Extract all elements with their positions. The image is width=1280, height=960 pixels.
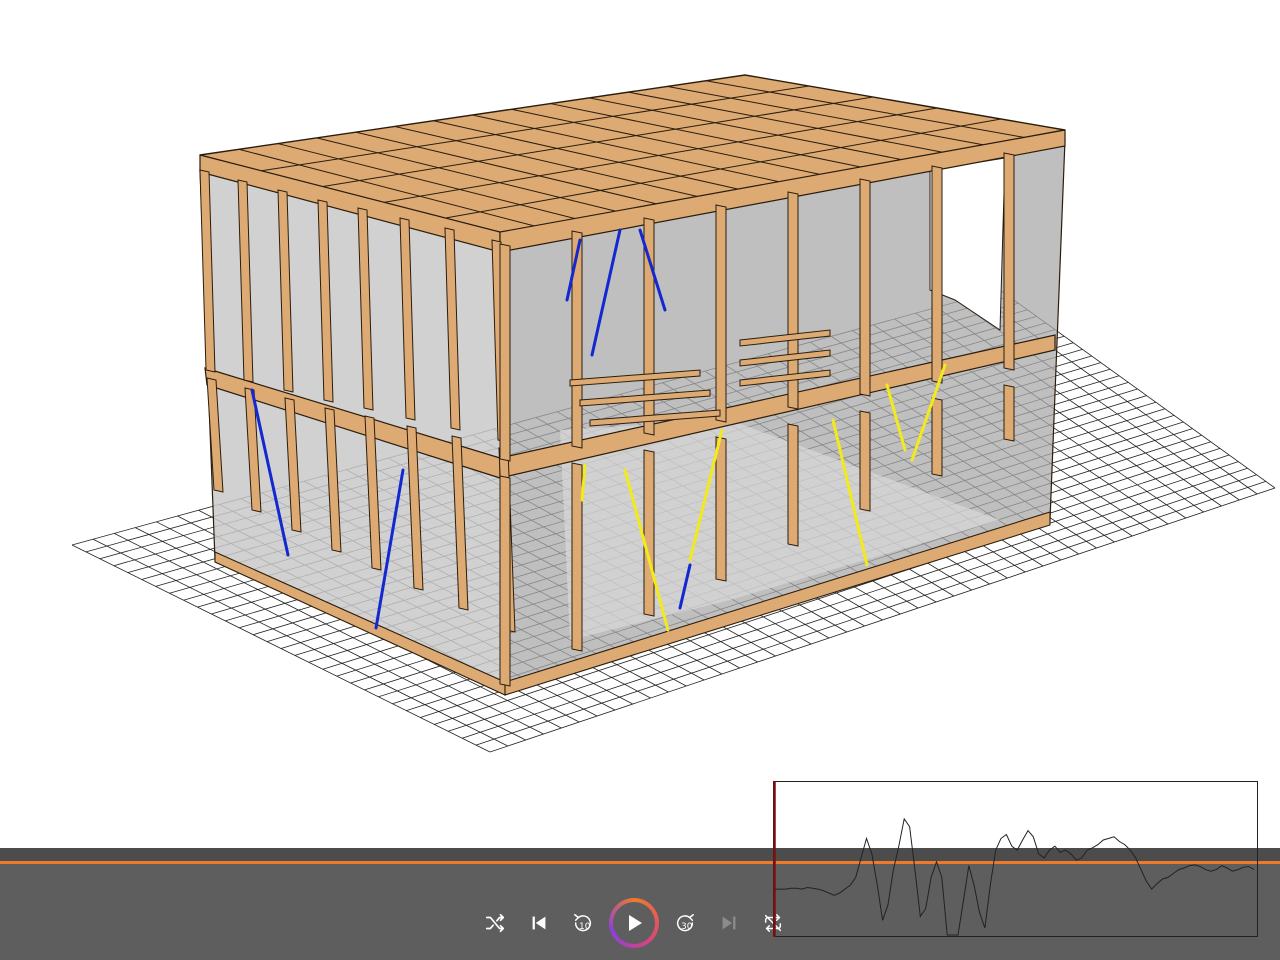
previous-button[interactable]: [526, 910, 552, 936]
play-button-inner: [613, 902, 655, 944]
skip-previous-icon: [532, 916, 546, 930]
stud: [1003, 384, 1015, 442]
media-player-bar: 10 30: [0, 848, 1280, 960]
stud: [499, 475, 511, 687]
forward-seconds-label: 30: [681, 922, 693, 932]
stud: [715, 204, 727, 423]
stud: [859, 178, 871, 397]
play-button[interactable]: [609, 898, 659, 948]
rewind-button[interactable]: 10: [570, 910, 596, 936]
play-icon: [629, 915, 642, 931]
repeat-button[interactable]: [760, 910, 786, 936]
stud: [859, 410, 871, 512]
skip-next-icon: [722, 916, 736, 930]
stud: [499, 243, 511, 462]
progress-fill: [0, 861, 1280, 864]
forward-button[interactable]: 30: [672, 910, 698, 936]
next-button[interactable]: [716, 910, 742, 936]
player-controls: 10 30: [0, 898, 1280, 948]
rewind-seconds-label: 10: [579, 922, 591, 932]
repeat-off-icon: [764, 914, 782, 932]
stud: [643, 449, 655, 617]
stud: [715, 436, 727, 582]
stud: [931, 397, 943, 477]
player-top-strip: [0, 848, 1280, 861]
shuffle-button[interactable]: [482, 910, 508, 936]
stud: [931, 165, 943, 384]
shuffle-icon: [485, 913, 505, 933]
stud: [571, 462, 583, 652]
progress-track[interactable]: [0, 861, 1280, 864]
timber-frame-model-view[interactable]: [0, 0, 1280, 850]
stud: [787, 423, 799, 547]
stud: [1003, 152, 1015, 371]
